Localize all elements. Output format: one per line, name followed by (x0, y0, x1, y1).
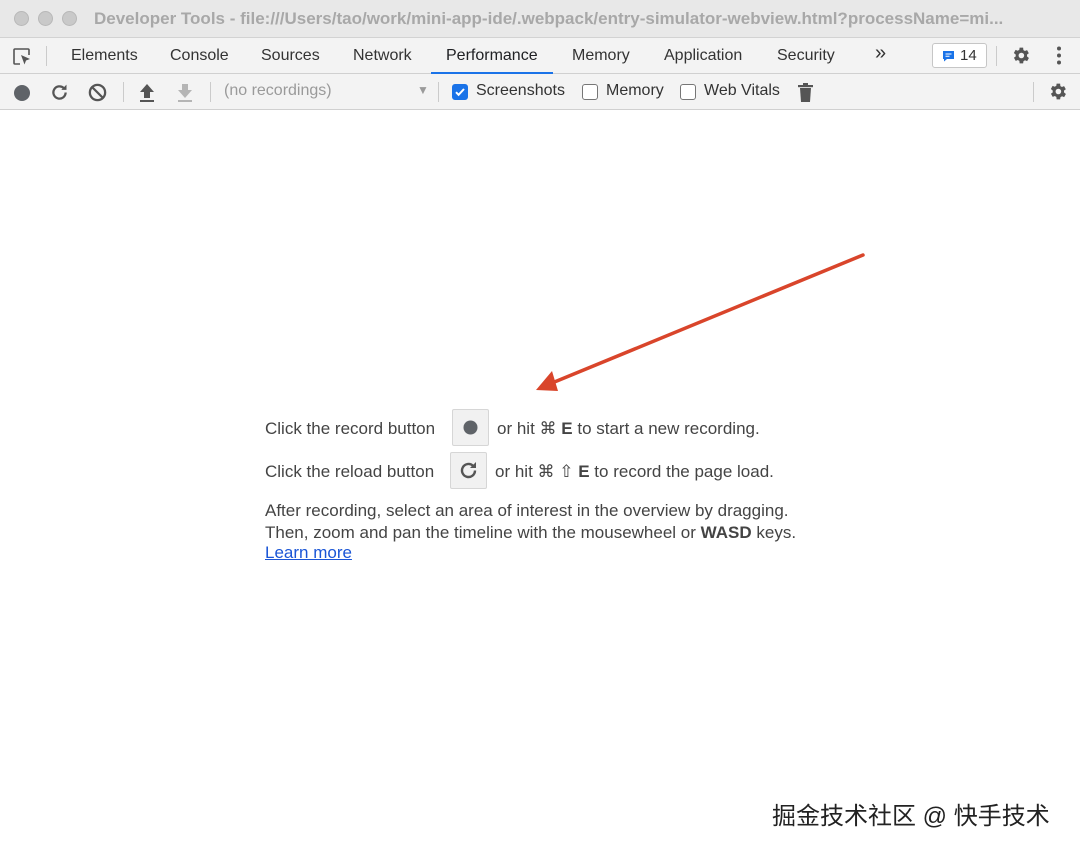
checkmark-icon (455, 88, 465, 97)
record-shortcut-key: E (561, 419, 573, 438)
inspect-element-icon[interactable] (12, 47, 33, 67)
screenshots-checkbox[interactable] (452, 84, 468, 100)
toolbar-divider (1033, 82, 1034, 102)
wasd-keys: WASD (700, 523, 752, 542)
tab-bar-divider (46, 46, 47, 66)
record-shortcut-prefix: or hit ⌘ (497, 419, 557, 438)
overview-instructions-line1: After recording, select an area of inter… (265, 501, 789, 520)
minimize-window-button[interactable] (38, 11, 53, 26)
screenshots-label[interactable]: Screenshots (476, 82, 565, 100)
tab-console[interactable]: Console (170, 38, 229, 74)
overview-instructions-line2: Then, zoom and pan the timeline with the… (265, 523, 796, 543)
load-profile-upload-icon[interactable] (137, 82, 157, 103)
settings-gear-icon[interactable] (1010, 45, 1031, 66)
landing-record-button[interactable] (452, 409, 489, 446)
reload-record-icon[interactable] (49, 82, 70, 103)
dropdown-arrow-icon[interactable]: ▼ (417, 83, 429, 97)
issues-counter-button[interactable]: 14 (932, 43, 987, 68)
recordings-select[interactable]: (no recordings) (224, 82, 332, 100)
memory-label[interactable]: Memory (606, 82, 664, 100)
toolbar-divider (123, 82, 124, 102)
record-icon (463, 420, 478, 435)
web-vitals-checkbox[interactable] (680, 84, 696, 100)
close-window-button[interactable] (14, 11, 29, 26)
reload-shortcut-text: or hit ⌘ ⇧ E to record the page load. (495, 462, 774, 482)
watermark-text: 掘金技术社区 @ 快手技术 (772, 803, 1050, 830)
line2-prefix: Then, zoom and pan the timeline with the… (265, 523, 696, 542)
annotation-arrow-head (536, 371, 558, 391)
record-icon[interactable] (12, 83, 32, 103)
window-title: Developer Tools - file:///Users/tao/work… (94, 9, 1004, 28)
toolbar-divider (438, 82, 439, 102)
capture-settings-gear-icon[interactable] (1047, 81, 1068, 102)
window-title-bar: Developer Tools - file:///Users/tao/work… (0, 0, 1080, 38)
web-vitals-label[interactable]: Web Vitals (704, 82, 780, 100)
issues-count: 14 (960, 47, 977, 64)
message-icon (943, 51, 954, 62)
annotation-arrow-shaft (550, 253, 865, 385)
clear-recordings-icon[interactable] (87, 82, 108, 103)
landing-reload-button[interactable] (450, 452, 487, 489)
record-shortcut-text: or hit ⌘ E to start a new recording. (497, 419, 760, 439)
reload-instruction-prefix: Click the reload button (265, 462, 435, 481)
tab-memory[interactable]: Memory (572, 38, 630, 74)
reload-icon (460, 462, 477, 479)
save-profile-download-icon[interactable] (175, 82, 195, 103)
record-shortcut-suffix: to start a new recording. (577, 419, 760, 438)
more-tabs-chevron-icon[interactable]: » (875, 36, 886, 72)
tab-network[interactable]: Network (353, 38, 412, 74)
devtools-tab-bar: Elements Console Sources Network Perform… (0, 38, 1080, 74)
memory-checkbox[interactable] (582, 84, 598, 100)
line2-suffix: keys. (756, 523, 797, 542)
tab-bar-divider (996, 46, 997, 66)
tab-performance[interactable]: Performance (431, 38, 553, 74)
toolbar-divider (210, 82, 211, 102)
tab-sources[interactable]: Sources (261, 38, 320, 74)
zoom-window-button[interactable] (62, 11, 77, 26)
reload-shortcut-key: E (578, 462, 590, 481)
tab-security[interactable]: Security (777, 38, 835, 74)
record-instruction-prefix: Click the record button (265, 419, 436, 438)
tab-application[interactable]: Application (664, 38, 742, 74)
trash-icon[interactable] (797, 82, 814, 103)
tab-elements[interactable]: Elements (71, 38, 138, 74)
reload-shortcut-suffix: to record the page load. (594, 462, 774, 481)
more-options-kebab-icon[interactable] (1050, 45, 1068, 66)
learn-more-link[interactable]: Learn more (265, 543, 352, 563)
reload-shortcut-prefix: or hit ⌘ ⇧ (495, 462, 574, 481)
